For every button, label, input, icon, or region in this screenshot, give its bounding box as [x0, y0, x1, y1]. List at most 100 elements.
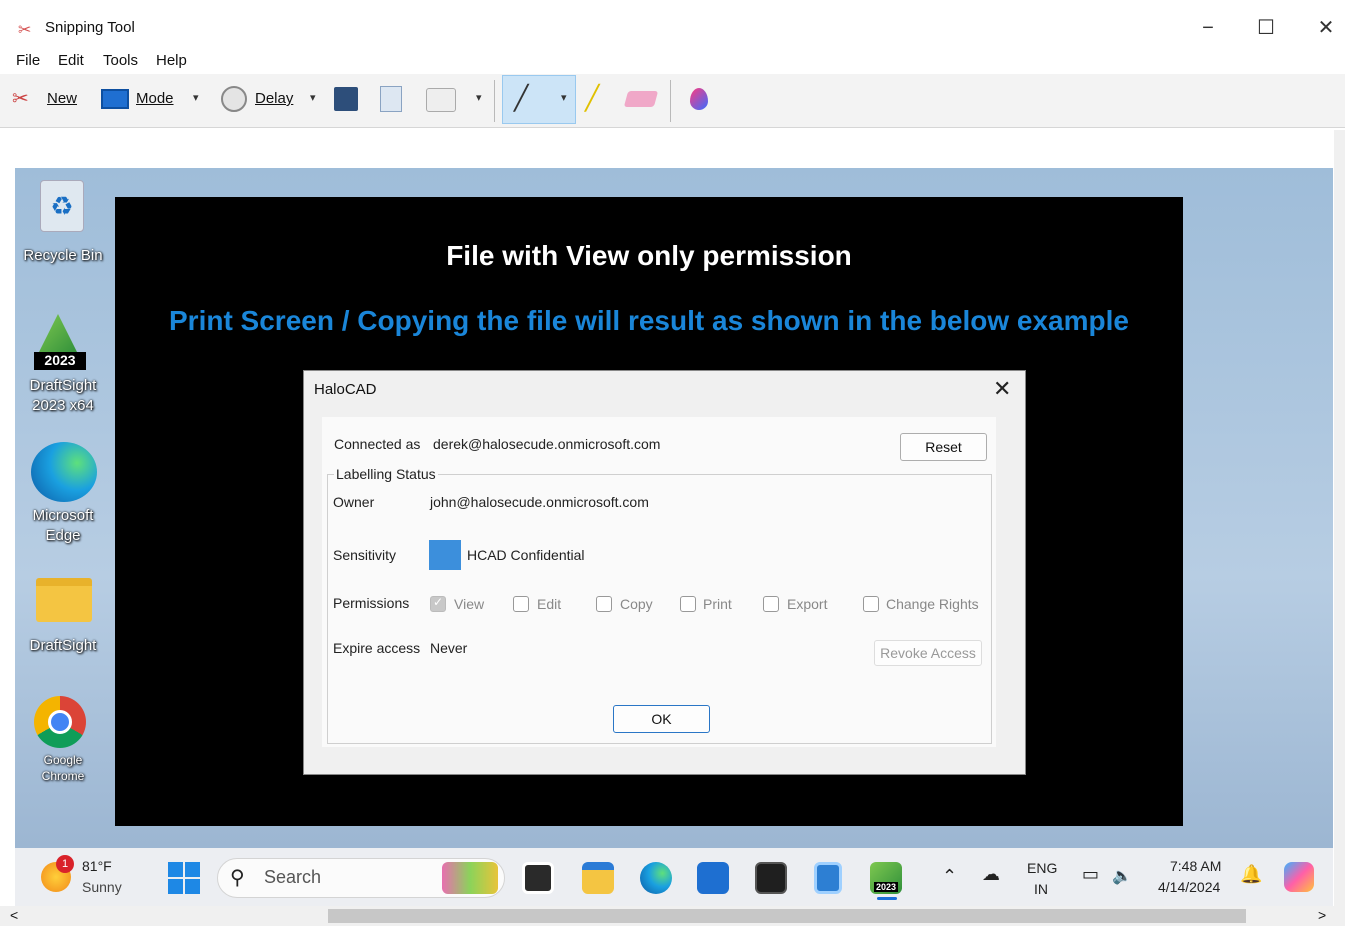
permissions-label: Permissions: [333, 595, 410, 611]
edit-checkbox[interactable]: [513, 596, 529, 612]
active-app-indicator: [877, 897, 897, 900]
export-checkbox-label: Export: [787, 596, 828, 612]
delay-dropdown-icon[interactable]: ▾: [310, 91, 316, 104]
revoke-access-button[interactable]: Revoke Access: [874, 640, 982, 666]
edit-checkbox-label: Edit: [537, 596, 562, 612]
change-rights-checkbox[interactable]: [863, 596, 879, 612]
draftsight-x64-label-line2: 2023 x64: [32, 397, 94, 414]
close-button[interactable]: ✕: [1306, 14, 1345, 42]
chrome-icon-center: [48, 710, 72, 734]
reset-button[interactable]: Reset: [900, 433, 987, 461]
mode-icon[interactable]: [101, 89, 129, 109]
horizontal-scroll-thumb[interactable]: [328, 909, 1246, 923]
edge-taskbar-icon[interactable]: [640, 862, 672, 894]
vertical-scrollbar[interactable]: [1334, 130, 1345, 906]
clock-time[interactable]: 7:48 AM: [1170, 858, 1221, 874]
dialog-title: HaloCAD: [314, 381, 377, 398]
toolbar: [0, 74, 1345, 128]
pen-dropdown-icon[interactable]: ▾: [561, 91, 567, 104]
send-dropdown-icon[interactable]: ▾: [476, 91, 482, 104]
taskbar: [15, 848, 1333, 906]
toolbar-separator: [670, 80, 671, 122]
chrome-label-line2: Chrome: [41, 769, 85, 783]
notepad-icon[interactable]: [814, 862, 842, 894]
menu-tools[interactable]: Tools: [103, 52, 138, 69]
highlighter-icon[interactable]: ╱: [585, 84, 599, 113]
recycle-bin-label: Recycle Bin: [23, 247, 103, 264]
network-icon[interactable]: ▭: [1082, 864, 1099, 885]
owner-value: john@halosecude.onmicrosoft.com: [430, 494, 649, 510]
new-button[interactable]: New: [47, 90, 77, 107]
draftsight-x64-label-line1: DraftSight: [29, 377, 97, 394]
weather-desc[interactable]: Sunny: [82, 879, 122, 895]
delay-button[interactable]: Delay: [255, 90, 293, 107]
title-bar: [0, 0, 1345, 46]
volume-icon[interactable]: 🔈: [1112, 866, 1132, 886]
chevron-up-icon[interactable]: ⌃: [942, 866, 957, 887]
search-icon: ⚲: [230, 867, 245, 889]
send-snip-icon[interactable]: [426, 88, 456, 112]
notification-bell-icon[interactable]: 🔔: [1240, 864, 1262, 885]
change-rights-checkbox-label: Change Rights: [886, 596, 979, 612]
paint-3d-icon[interactable]: [690, 88, 708, 110]
terminal-icon[interactable]: [755, 862, 787, 894]
store-icon[interactable]: [697, 862, 729, 894]
pen-icon[interactable]: ╱: [514, 84, 528, 113]
new-snip-icon[interactable]: ✂: [12, 86, 29, 111]
folder-icon[interactable]: [36, 578, 92, 622]
snipping-tool-icon: ✂: [18, 22, 32, 39]
scroll-right-arrow[interactable]: >: [1318, 907, 1326, 923]
tray-region[interactable]: IN: [1034, 881, 1048, 897]
banner-title: File with View only permission: [446, 240, 852, 271]
copy-checkbox[interactable]: [596, 596, 612, 612]
file-explorer-icon[interactable]: [582, 862, 614, 894]
minimize-button[interactable]: −: [1188, 14, 1228, 42]
expire-access-value: Never: [430, 640, 468, 656]
banner-subtitle: Print Screen / Copying the file will res…: [169, 305, 1129, 336]
expire-access-label: Expire access: [333, 640, 421, 656]
connected-as-label: Connected as: [334, 436, 421, 452]
eraser-icon[interactable]: [623, 91, 659, 107]
weather-badge: 1: [56, 855, 74, 873]
copy-checkbox-label: Copy: [620, 596, 653, 612]
app-title: Snipping Tool: [45, 19, 135, 36]
draftsight-taskbar-badge: 2023: [874, 882, 899, 892]
mode-button[interactable]: Mode: [136, 90, 174, 107]
sensitivity-color-swatch: [429, 540, 461, 570]
tray-language[interactable]: ENG: [1027, 860, 1057, 876]
chrome-label-line1: Google: [43, 753, 83, 767]
ok-button[interactable]: OK: [613, 705, 710, 733]
edge-label-line2: Edge: [45, 527, 81, 544]
scroll-left-arrow[interactable]: <: [10, 907, 18, 923]
export-checkbox[interactable]: [763, 596, 779, 612]
dialog-close-icon[interactable]: ✕: [993, 376, 1011, 402]
edge-label-line1: Microsoft: [32, 507, 94, 524]
connected-as-value: derek@halosecude.onmicrosoft.com: [433, 436, 661, 452]
menu-file[interactable]: File: [16, 52, 40, 69]
save-icon[interactable]: [334, 87, 358, 111]
labelling-status-label: Labelling Status: [334, 466, 438, 482]
start-icon[interactable]: [168, 862, 200, 894]
mode-dropdown-icon[interactable]: ▾: [193, 91, 199, 104]
draftsight-version-badge: 2023: [34, 352, 86, 370]
clock-icon[interactable]: [221, 86, 247, 112]
search-highlight-icon[interactable]: [442, 862, 498, 894]
sensitivity-value: HCAD Confidential: [467, 547, 585, 563]
print-checkbox-label: Print: [703, 596, 732, 612]
maximize-button[interactable]: ☐: [1246, 14, 1286, 42]
weather-temp[interactable]: 81°F: [82, 858, 112, 874]
toolbar-separator: [494, 80, 495, 122]
menu-edit[interactable]: Edit: [58, 52, 84, 69]
recycle-bin-icon[interactable]: ♻: [40, 180, 84, 232]
view-checkbox-label: View: [454, 596, 485, 612]
print-checkbox[interactable]: [680, 596, 696, 612]
clock-date[interactable]: 4/14/2024: [1158, 879, 1220, 895]
edge-icon[interactable]: [31, 442, 97, 502]
onedrive-icon[interactable]: ☁: [982, 864, 1000, 885]
copy-icon[interactable]: [380, 86, 402, 112]
checkmark-icon: ✓: [433, 595, 444, 609]
task-view-icon[interactable]: [522, 862, 554, 894]
copilot-icon[interactable]: [1284, 862, 1314, 892]
menu-help[interactable]: Help: [156, 52, 187, 69]
search-placeholder[interactable]: Search: [264, 867, 321, 888]
